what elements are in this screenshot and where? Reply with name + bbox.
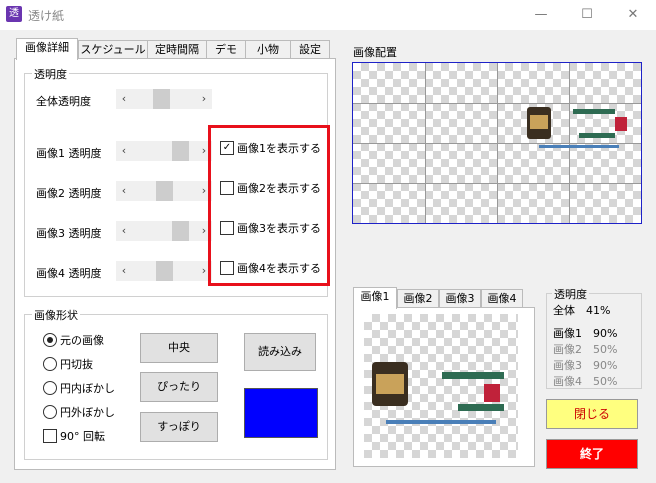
show-image2-label[interactable]: 画像2を表示する	[237, 180, 321, 196]
thumbnail-bar	[573, 109, 615, 114]
image1-transparency-slider[interactable]: ‹ ›	[116, 141, 212, 161]
rotate-90-checkbox[interactable]	[43, 429, 57, 443]
grid-line	[353, 183, 641, 184]
image3-transparency-label: 画像3 透明度	[36, 227, 102, 240]
preview-tab-3[interactable]: 画像3	[439, 289, 481, 308]
radio-original-label[interactable]: 元の画像	[60, 332, 104, 348]
radio-circle-crop-label[interactable]: 円切抜	[60, 356, 93, 372]
summary-group-label: 透明度	[552, 286, 589, 302]
image-shape-group-label: 画像形状	[32, 307, 80, 323]
show-image4-label[interactable]: 画像4を表示する	[237, 260, 321, 276]
close-window-button[interactable]: ✕	[610, 0, 656, 30]
image2-transparency-label: 画像2 透明度	[36, 187, 102, 200]
preview-tab-2[interactable]: 画像2	[397, 289, 439, 308]
slider-thumb[interactable]	[172, 141, 189, 161]
scroll-right-icon[interactable]: ›	[196, 89, 212, 109]
tab-demo[interactable]: デモ	[206, 40, 246, 59]
app-icon: 透	[6, 6, 22, 22]
maximize-button[interactable]: ☐	[564, 0, 610, 30]
summary-image2: 画像2 50%	[553, 343, 618, 356]
image4-transparency-label: 画像4 透明度	[36, 267, 102, 280]
fit-button[interactable]: ぴったり	[140, 372, 218, 402]
summary-image1: 画像1 90%	[553, 327, 618, 340]
minimize-button[interactable]: —	[518, 0, 564, 30]
scroll-left-icon[interactable]: ‹	[116, 141, 132, 161]
tab-settings[interactable]: 設定	[290, 40, 330, 59]
image2-transparency-slider[interactable]: ‹ ›	[116, 181, 212, 201]
preview-bar	[458, 404, 504, 411]
preview-tab-4[interactable]: 画像4	[481, 289, 523, 308]
show-image3-label[interactable]: 画像3を表示する	[237, 220, 321, 236]
radio-outer-blur-label[interactable]: 円外ぼかし	[60, 404, 115, 420]
preview-badge	[484, 384, 500, 402]
show-image1-label[interactable]: 画像1を表示する	[237, 140, 321, 156]
preview-image	[364, 314, 518, 458]
tab-accessories[interactable]: 小物	[245, 40, 291, 59]
radio-inner-blur-label[interactable]: 円内ぼかし	[60, 380, 115, 396]
radio-circle-crop[interactable]	[43, 357, 57, 371]
placement-label: 画像配置	[353, 46, 397, 59]
summary-overall: 全体 41%	[553, 304, 611, 317]
tab-interval[interactable]: 定時間隔	[147, 40, 207, 59]
overall-transparency-slider[interactable]: ‹ ›	[116, 89, 212, 109]
thumbnail-strip	[539, 145, 619, 148]
overall-transparency-label: 全体透明度	[36, 95, 91, 108]
radio-inner-blur[interactable]	[43, 381, 57, 395]
thumbnail-image	[527, 107, 551, 139]
preview-tab-1[interactable]: 画像1	[353, 287, 397, 309]
rotate-90-label[interactable]: 90° 回転	[60, 428, 105, 444]
image3-transparency-slider[interactable]: ‹ ›	[116, 221, 212, 241]
cover-button[interactable]: すっぽり	[140, 412, 218, 442]
scroll-left-icon[interactable]: ‹	[116, 221, 132, 241]
slider-thumb[interactable]	[156, 261, 173, 281]
radio-outer-blur[interactable]	[43, 405, 57, 419]
summary-image3: 画像3 90%	[553, 359, 618, 372]
tab-image-details[interactable]: 画像詳細	[16, 38, 78, 60]
load-button[interactable]: 読み込み	[244, 333, 316, 371]
preview-thumbnail	[372, 362, 408, 406]
slider-thumb[interactable]	[172, 221, 189, 241]
exit-button[interactable]: 終了	[546, 439, 638, 469]
show-image3-checkbox[interactable]	[220, 221, 234, 235]
summary-image4: 画像4 50%	[553, 375, 618, 388]
preview-strip	[386, 420, 496, 424]
scroll-left-icon[interactable]: ‹	[116, 89, 132, 109]
slider-thumb[interactable]	[156, 181, 173, 201]
scroll-left-icon[interactable]: ‹	[116, 261, 132, 281]
transparency-group-label: 透明度	[32, 66, 69, 82]
close-button[interactable]: 閉じる	[546, 399, 638, 429]
image4-transparency-slider[interactable]: ‹ ›	[116, 261, 212, 281]
show-image1-checkbox[interactable]: ✓	[220, 141, 234, 155]
image1-transparency-label: 画像1 透明度	[36, 147, 102, 160]
window-title: 透け紙	[28, 9, 65, 23]
placement-canvas[interactable]	[352, 62, 642, 224]
radio-original[interactable]	[43, 333, 57, 347]
thumbnail-bar	[579, 133, 615, 138]
grid-line	[353, 103, 641, 104]
show-image2-checkbox[interactable]	[220, 181, 234, 195]
thumbnail-badge	[615, 117, 627, 131]
preview-bar	[442, 372, 504, 379]
grid-line	[353, 143, 641, 144]
tab-schedule[interactable]: スケジュール	[78, 40, 148, 59]
slider-thumb[interactable]	[153, 89, 170, 109]
center-button[interactable]: 中央	[140, 333, 218, 363]
color-swatch[interactable]	[244, 388, 318, 438]
show-image4-checkbox[interactable]	[220, 261, 234, 275]
scroll-left-icon[interactable]: ‹	[116, 181, 132, 201]
